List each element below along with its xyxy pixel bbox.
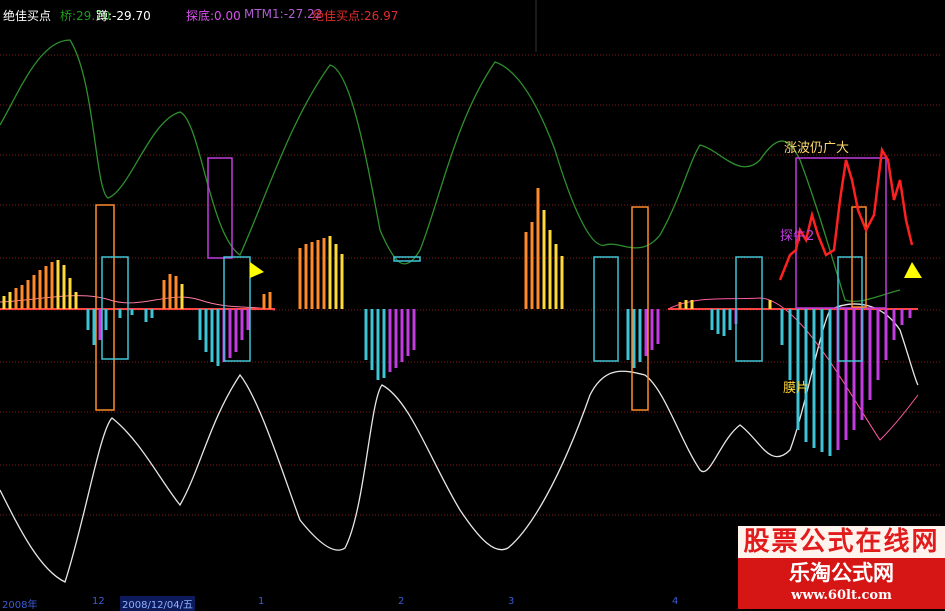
watermark-logo: 股票公式在线网 乐淘公式网 www.60lt.com: [738, 526, 945, 609]
green-line: [0, 39, 901, 302]
date-label: 3: [508, 596, 515, 607]
pink-curve: [669, 297, 919, 441]
date-label: 2: [398, 596, 405, 607]
date-label: 4: [672, 596, 679, 607]
buy-triangle: [250, 262, 264, 278]
indicator-chart[interactable]: 涨波仍广大探牛2 膜片: [0, 0, 945, 609]
annotation-zhangbo: 涨波仍广大: [784, 141, 849, 156]
annotation-mopian: 膜片: [783, 381, 809, 396]
signal-box: [207, 157, 233, 259]
buy-triangle: [904, 262, 922, 278]
logo-mid-text: 乐淘公式网: [789, 561, 894, 585]
indicator-header: 绝佳买点 桥:29.70 蹲:-29.70 探底:0.00 MTM1:-27.2…: [0, 7, 945, 25]
indicator-name[interactable]: 绝佳买点: [3, 7, 51, 24]
signal-box: [593, 256, 619, 362]
logo-url: www.60lt.com: [791, 588, 892, 603]
signal-box: [631, 206, 649, 411]
header-item-dun: 蹲:-29.70: [96, 9, 151, 23]
red-line: [778, 146, 914, 281]
annotation-tanniu: 探牛2: [780, 229, 814, 244]
logo-top-text: 股票公式在线网: [738, 526, 945, 558]
signal-box: [393, 256, 421, 262]
date-label: 1: [258, 596, 265, 607]
header-item-mtm1: MTM1:-27.22: [244, 7, 323, 21]
date-label: 12: [92, 596, 105, 607]
signal-box: [95, 204, 115, 411]
header-item-tandi: 探底:0.00: [186, 9, 241, 23]
header-item-jiajia: 绝佳买点:26.97: [312, 9, 399, 23]
